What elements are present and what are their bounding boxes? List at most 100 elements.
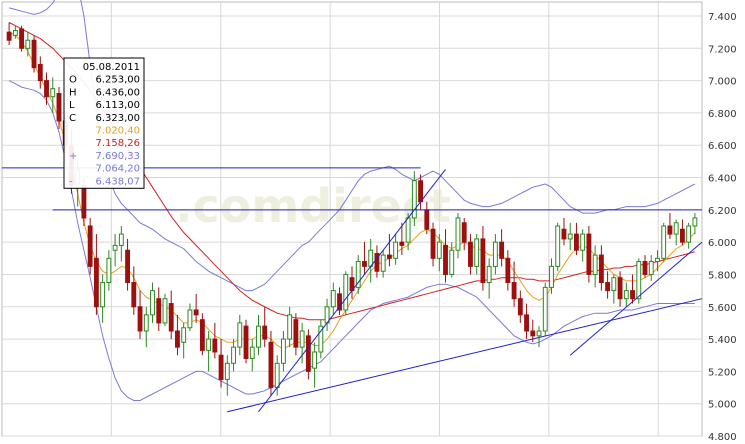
candle-body	[686, 225, 692, 243]
candle	[330, 282, 336, 315]
candlestick-chart: .comdirect 7.4007.2007.0006.8006.6006.40…	[1, 0, 737, 443]
candle	[343, 271, 349, 315]
chart-container: .comdirect 7.400 7.200 7.000 6.800 6.600 6.40…	[0, 0, 745, 444]
candle	[580, 229, 586, 262]
candle-body	[31, 39, 37, 69]
candle-body	[380, 254, 386, 272]
y-tick-label: 7.400	[708, 12, 737, 23]
candle-body	[573, 233, 579, 251]
candle	[380, 250, 386, 278]
candle	[648, 255, 654, 281]
candle-body	[231, 346, 236, 364]
candle	[586, 226, 592, 283]
candle	[499, 229, 505, 267]
candle-body	[580, 233, 586, 251]
candle-body	[393, 241, 399, 259]
candle	[305, 329, 311, 380]
candle	[118, 226, 124, 262]
candle-body	[106, 257, 112, 284]
candle	[692, 213, 698, 235]
candle	[561, 217, 567, 246]
candle	[567, 222, 573, 251]
candle	[231, 339, 236, 372]
candle	[187, 303, 193, 331]
candle-body	[156, 298, 162, 324]
y-tick-label: 6.400	[708, 174, 737, 185]
candle	[642, 255, 648, 278]
candle-body	[605, 282, 611, 292]
tooltip-date: 05.08.2011	[83, 62, 140, 73]
candle	[455, 213, 461, 259]
candle	[31, 35, 37, 73]
candle-body	[199, 319, 205, 351]
candle-body	[549, 265, 554, 288]
candle-body	[343, 273, 349, 311]
candle-body	[648, 261, 654, 275]
candle-body	[567, 233, 573, 240]
candle	[549, 258, 554, 294]
candle-body	[224, 362, 230, 380]
candle	[374, 245, 380, 278]
candle	[524, 303, 529, 340]
candle-body	[362, 261, 367, 267]
candle-body	[486, 265, 492, 284]
candle-body	[630, 290, 635, 300]
tooltip-key: C	[69, 113, 76, 124]
candle	[249, 339, 255, 372]
candle-body	[536, 330, 542, 337]
candle	[168, 290, 174, 340]
candle	[193, 293, 199, 323]
candle-body	[561, 228, 567, 240]
candle-body	[418, 180, 424, 203]
candle	[505, 250, 511, 291]
candle-body	[150, 290, 155, 316]
candle-body	[193, 309, 199, 316]
candle	[337, 287, 342, 315]
candle-body	[87, 225, 93, 267]
candle	[162, 293, 168, 327]
candle	[362, 242, 367, 275]
candle	[125, 238, 131, 291]
candle-body	[299, 330, 305, 348]
candle-body	[287, 314, 293, 340]
candle	[181, 322, 187, 359]
candle-body	[679, 228, 685, 243]
candle	[655, 250, 660, 272]
tooltip-value: 6.436,00	[95, 87, 140, 98]
ohlc-tooltip: 05.08.2011 O 6.253,00 H 6.436,00 L 6.113,00 C 6.…	[63, 57, 145, 189]
candle	[461, 217, 467, 251]
tooltip-value: 6.253,00	[95, 75, 140, 86]
candle-body	[499, 241, 505, 259]
candle-body	[592, 254, 598, 275]
candle-body	[405, 217, 411, 243]
candle-body	[56, 93, 62, 122]
candle-body	[37, 63, 43, 82]
candle	[443, 229, 448, 283]
candle-body	[474, 238, 480, 267]
candle-body	[93, 257, 99, 308]
candle	[287, 306, 293, 348]
candle-body	[661, 225, 667, 259]
candle	[324, 298, 330, 331]
y-tick-label: 7.200	[708, 44, 737, 55]
candle	[44, 72, 49, 105]
candle	[19, 25, 25, 52]
candle	[368, 238, 374, 283]
candle-body	[449, 249, 455, 275]
candle	[256, 314, 261, 356]
candle	[143, 306, 149, 348]
candle	[349, 266, 355, 299]
candle	[150, 282, 155, 323]
y-tick-label: 5.600	[708, 303, 737, 314]
candle	[262, 306, 268, 348]
candle-body	[206, 338, 212, 351]
candle	[37, 56, 43, 89]
candle-body	[655, 257, 660, 263]
candle	[486, 258, 492, 299]
candle	[667, 213, 673, 239]
candle-body	[274, 362, 280, 389]
candle	[673, 219, 679, 246]
y-tick-label: 4.800	[708, 432, 737, 443]
candle-body	[256, 325, 261, 348]
candle-body	[598, 254, 604, 284]
